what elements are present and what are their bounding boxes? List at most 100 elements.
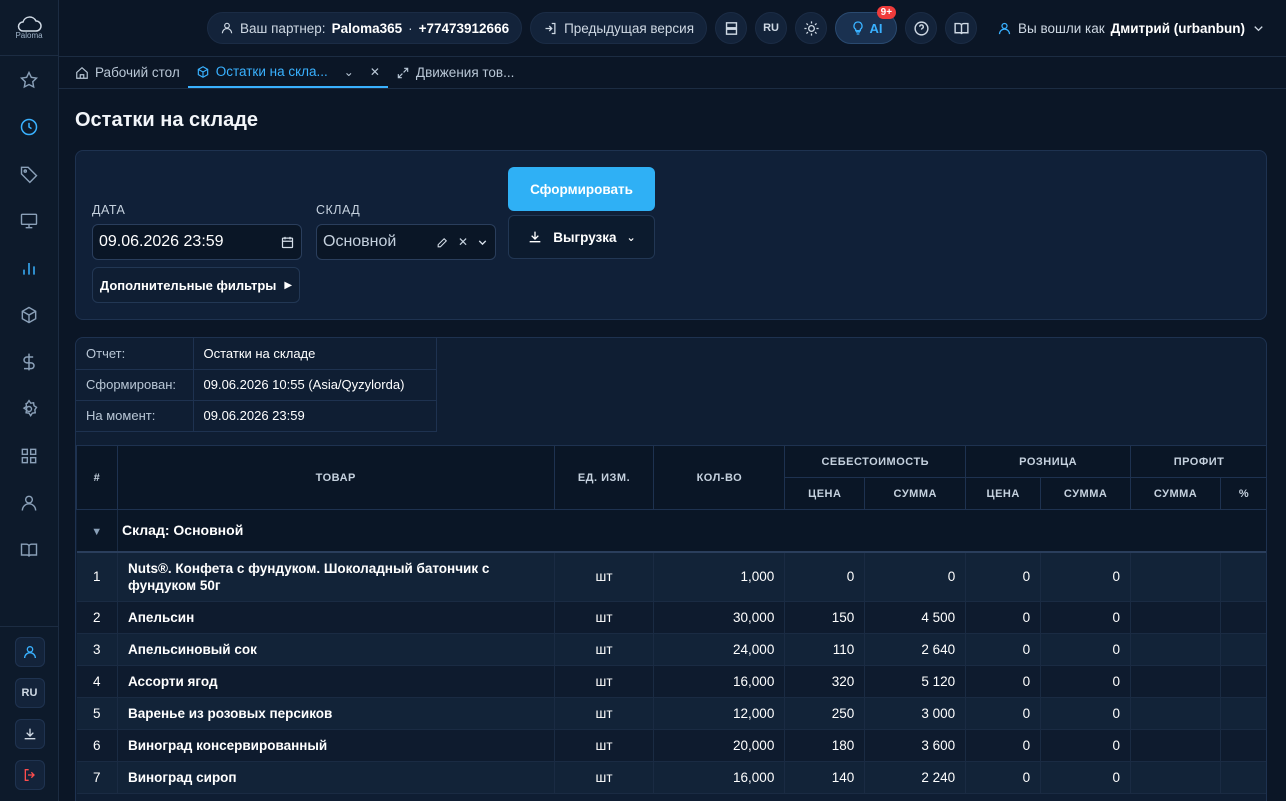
table-row[interactable]: 5 Варенье из розовых персиков шт 12,000 250 3… — [76, 697, 1266, 730]
tab-goods-movement[interactable]: Движения тов... — [388, 57, 522, 88]
col-cost-sum[interactable]: СУММА — [864, 477, 967, 510]
tab-label: Рабочий стол — [95, 65, 180, 80]
date-field[interactable]: 09.06.2026 23:59 — [92, 224, 302, 260]
stock-table: # ТОВАР ЕД. ИЗМ. КОЛ-ВО СЕБЕСТОИМОСТЬ РО… — [76, 445, 1266, 794]
retail-price: 0 — [965, 601, 1042, 634]
group-row[interactable]: ▼ Склад: Основной — [76, 509, 1266, 553]
language-button[interactable]: RU — [14, 678, 45, 708]
user-menu[interactable]: Вы вошли как Дмитрий (urbanbun) — [997, 21, 1266, 36]
clear-icon[interactable]: ✕ — [458, 235, 468, 249]
sidebar-item-tags[interactable] — [0, 150, 58, 197]
sidebar-item-history[interactable] — [0, 103, 58, 150]
table-row[interactable]: 1 Nuts®. Конфета с фундуком. Шоколадный б… — [76, 551, 1266, 602]
sidebar-item-docs[interactable] — [0, 526, 58, 573]
sidebar-item-settings[interactable] — [0, 385, 58, 432]
product-name: Виноград консервированный — [117, 729, 555, 762]
unit: шт — [554, 697, 655, 730]
sidebar-item-products[interactable] — [0, 291, 58, 338]
ai-assistant-button[interactable]: AI 9+ — [835, 6, 898, 44]
sidebar-item-favorites[interactable] — [0, 56, 58, 103]
product-name: Апельсиновый сок — [117, 633, 555, 666]
retail-sum: 0 — [1040, 665, 1132, 698]
quantity: 20,000 — [653, 729, 786, 762]
retail-sum: 0 — [1040, 633, 1132, 666]
collapse-caret-icon[interactable]: ▼ — [76, 509, 118, 553]
col-group-profit: ПРОФИТ — [1130, 445, 1266, 478]
export-button[interactable]: Выгрузка ⌄ — [508, 215, 655, 259]
tab-menu-chevron-icon[interactable]: ⌄ — [344, 65, 354, 79]
col-product[interactable]: ТОВАР — [116, 445, 555, 510]
docs-button[interactable] — [945, 12, 978, 44]
cost-price: 180 — [784, 729, 866, 762]
cost-sum: 5 120 — [864, 665, 967, 698]
chevron-down-icon[interactable] — [476, 236, 489, 249]
profit-sum — [1130, 665, 1221, 698]
star-icon — [19, 70, 39, 88]
col-retail-sum[interactable]: СУММА — [1040, 477, 1132, 510]
tab-close-icon[interactable]: ✕ — [370, 65, 380, 79]
tab-dashboard[interactable]: Рабочий стол — [67, 57, 188, 88]
cost-price: 140 — [784, 761, 866, 794]
partner-label: Ваш партнер: — [240, 20, 326, 36]
col-cost-price[interactable]: ЦЕНА — [784, 477, 866, 510]
retail-sum: 0 — [1040, 729, 1132, 762]
book-icon — [20, 542, 38, 557]
more-filters-label: Дополнительные фильтры — [99, 277, 277, 293]
sidebar-item-apps[interactable] — [0, 432, 58, 479]
more-filters-button[interactable]: Дополнительные фильтры ▶ — [92, 267, 300, 303]
cost-price: 250 — [784, 697, 866, 730]
help-button[interactable] — [905, 12, 938, 44]
retail-price: 0 — [965, 551, 1042, 602]
previous-version-button[interactable]: Предыдущая версия — [530, 12, 708, 44]
col-unit[interactable]: ЕД. ИЗМ. — [553, 445, 655, 510]
app-logo[interactable]: Paloma — [0, 0, 58, 56]
table-row[interactable]: 4 Ассорти ягод шт 16,000 320 5 120 0 0 — [76, 665, 1266, 698]
partner-pill[interactable]: Ваш партнер: Paloma365 · +77473912666 — [207, 12, 523, 44]
group-title: Склад: Основной — [117, 509, 1266, 553]
sidebar-item-reports[interactable] — [0, 244, 58, 291]
cost-price: 0 — [784, 551, 866, 602]
generate-button[interactable]: Сформировать — [508, 167, 655, 211]
table-row[interactable]: 7 Виноград сироп шт 16,000 140 2 240 0 0 — [76, 761, 1266, 794]
theme-toggle-button[interactable] — [795, 12, 828, 44]
quantity: 1,000 — [653, 551, 786, 602]
calendar-icon[interactable] — [280, 235, 295, 250]
meta-row: На момент: 09.06.2026 23:59 — [76, 400, 437, 432]
profit-percent — [1220, 761, 1266, 794]
product-name: Варенье из розовых персиков — [117, 697, 555, 730]
col-group-cost: СЕБЕСТОИМОСТЬ — [784, 445, 967, 478]
layout-toggle-button[interactable] — [715, 12, 748, 44]
profit-percent — [1220, 551, 1266, 602]
profile-button[interactable] — [14, 637, 45, 667]
download-button[interactable] — [14, 719, 45, 749]
home-icon — [76, 66, 88, 79]
unit: шт — [554, 665, 655, 698]
col-retail-price[interactable]: ЦЕНА — [965, 477, 1042, 510]
profit-percent — [1220, 729, 1266, 762]
table-row[interactable]: 6 Виноград консервированный шт 20,000 180 3 6… — [76, 729, 1266, 762]
logout-button[interactable] — [14, 760, 45, 790]
lightbulb-icon — [852, 21, 863, 35]
table-row[interactable]: 2 Апельсин шт 30,000 150 4 500 0 0 — [76, 601, 1266, 634]
logo-text: Paloma — [15, 31, 43, 40]
meta-key: Отчет: — [76, 338, 194, 370]
user-icon — [23, 646, 36, 659]
tab-stock-balance[interactable]: Остатки на скла... ⌄ ✕ — [187, 57, 388, 88]
row-number: 3 — [76, 633, 118, 666]
col-profit-percent[interactable]: % — [1219, 477, 1266, 510]
sidebar-item-users[interactable] — [0, 479, 58, 526]
sidebar-item-finance[interactable] — [0, 338, 58, 385]
sidebar-bottom: RU — [0, 626, 59, 801]
warehouse-select[interactable]: Основной ✕ — [316, 224, 496, 260]
table-row[interactable]: 3 Апельсиновый сок шт 24,000 110 2 640 0 0 — [76, 633, 1266, 666]
profit-sum — [1130, 729, 1221, 762]
edit-icon[interactable] — [436, 236, 449, 249]
col-profit-sum[interactable]: СУММА — [1130, 477, 1221, 510]
expand-icon — [397, 67, 409, 78]
logged-in-label: Вы вошли как — [1018, 20, 1105, 36]
book-icon — [953, 22, 969, 34]
language-switch[interactable]: RU — [755, 12, 788, 44]
meta-value: 09.06.2026 23:59 — [193, 400, 437, 432]
col-quantity[interactable]: КОЛ-ВО — [653, 445, 786, 510]
sidebar-item-monitor[interactable] — [0, 197, 58, 244]
